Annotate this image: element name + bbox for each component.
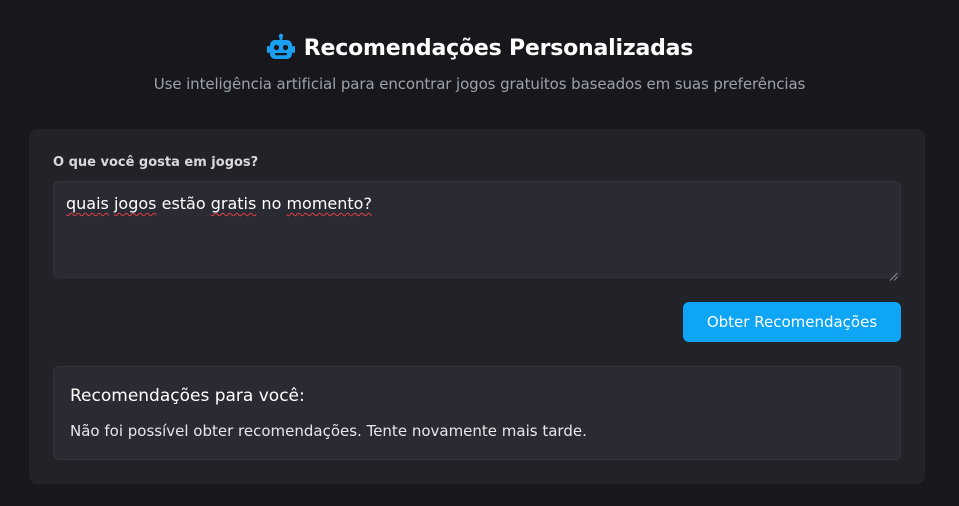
recommendation-card: O que você gosta em jogos? quais jogos e… [29, 129, 925, 484]
input-word: gratis [210, 194, 257, 213]
preferences-textarea[interactable]: quais jogos estão gratis no momento? [53, 181, 901, 281]
page-subtitle: Use inteligência artificial para encontr… [153, 75, 806, 93]
title-row: Recomendações Personalizadas [266, 30, 693, 66]
page: Recomendações Personalizadas Use intelig… [0, 0, 959, 506]
result-message: Não foi possível obter recomendações. Te… [70, 422, 587, 440]
recommendations-result-panel: Recomendações para você: Não foi possíve… [53, 366, 901, 460]
input-word: momento? [286, 194, 372, 213]
input-word: estão [161, 194, 206, 213]
result-title: Recomendações para você: [70, 386, 305, 406]
preferences-label: O que você gosta em jogos? [53, 155, 259, 170]
page-header: Recomendações Personalizadas Use intelig… [0, 30, 959, 93]
input-word: jogos [113, 194, 157, 213]
input-word: no [261, 194, 282, 213]
robot-icon [266, 33, 296, 63]
get-recommendations-button[interactable]: Obter Recomendações [683, 302, 901, 342]
resize-handle-icon[interactable] [889, 266, 898, 281]
input-word: quais [66, 194, 109, 213]
page-title: Recomendações Personalizadas [303, 35, 694, 61]
